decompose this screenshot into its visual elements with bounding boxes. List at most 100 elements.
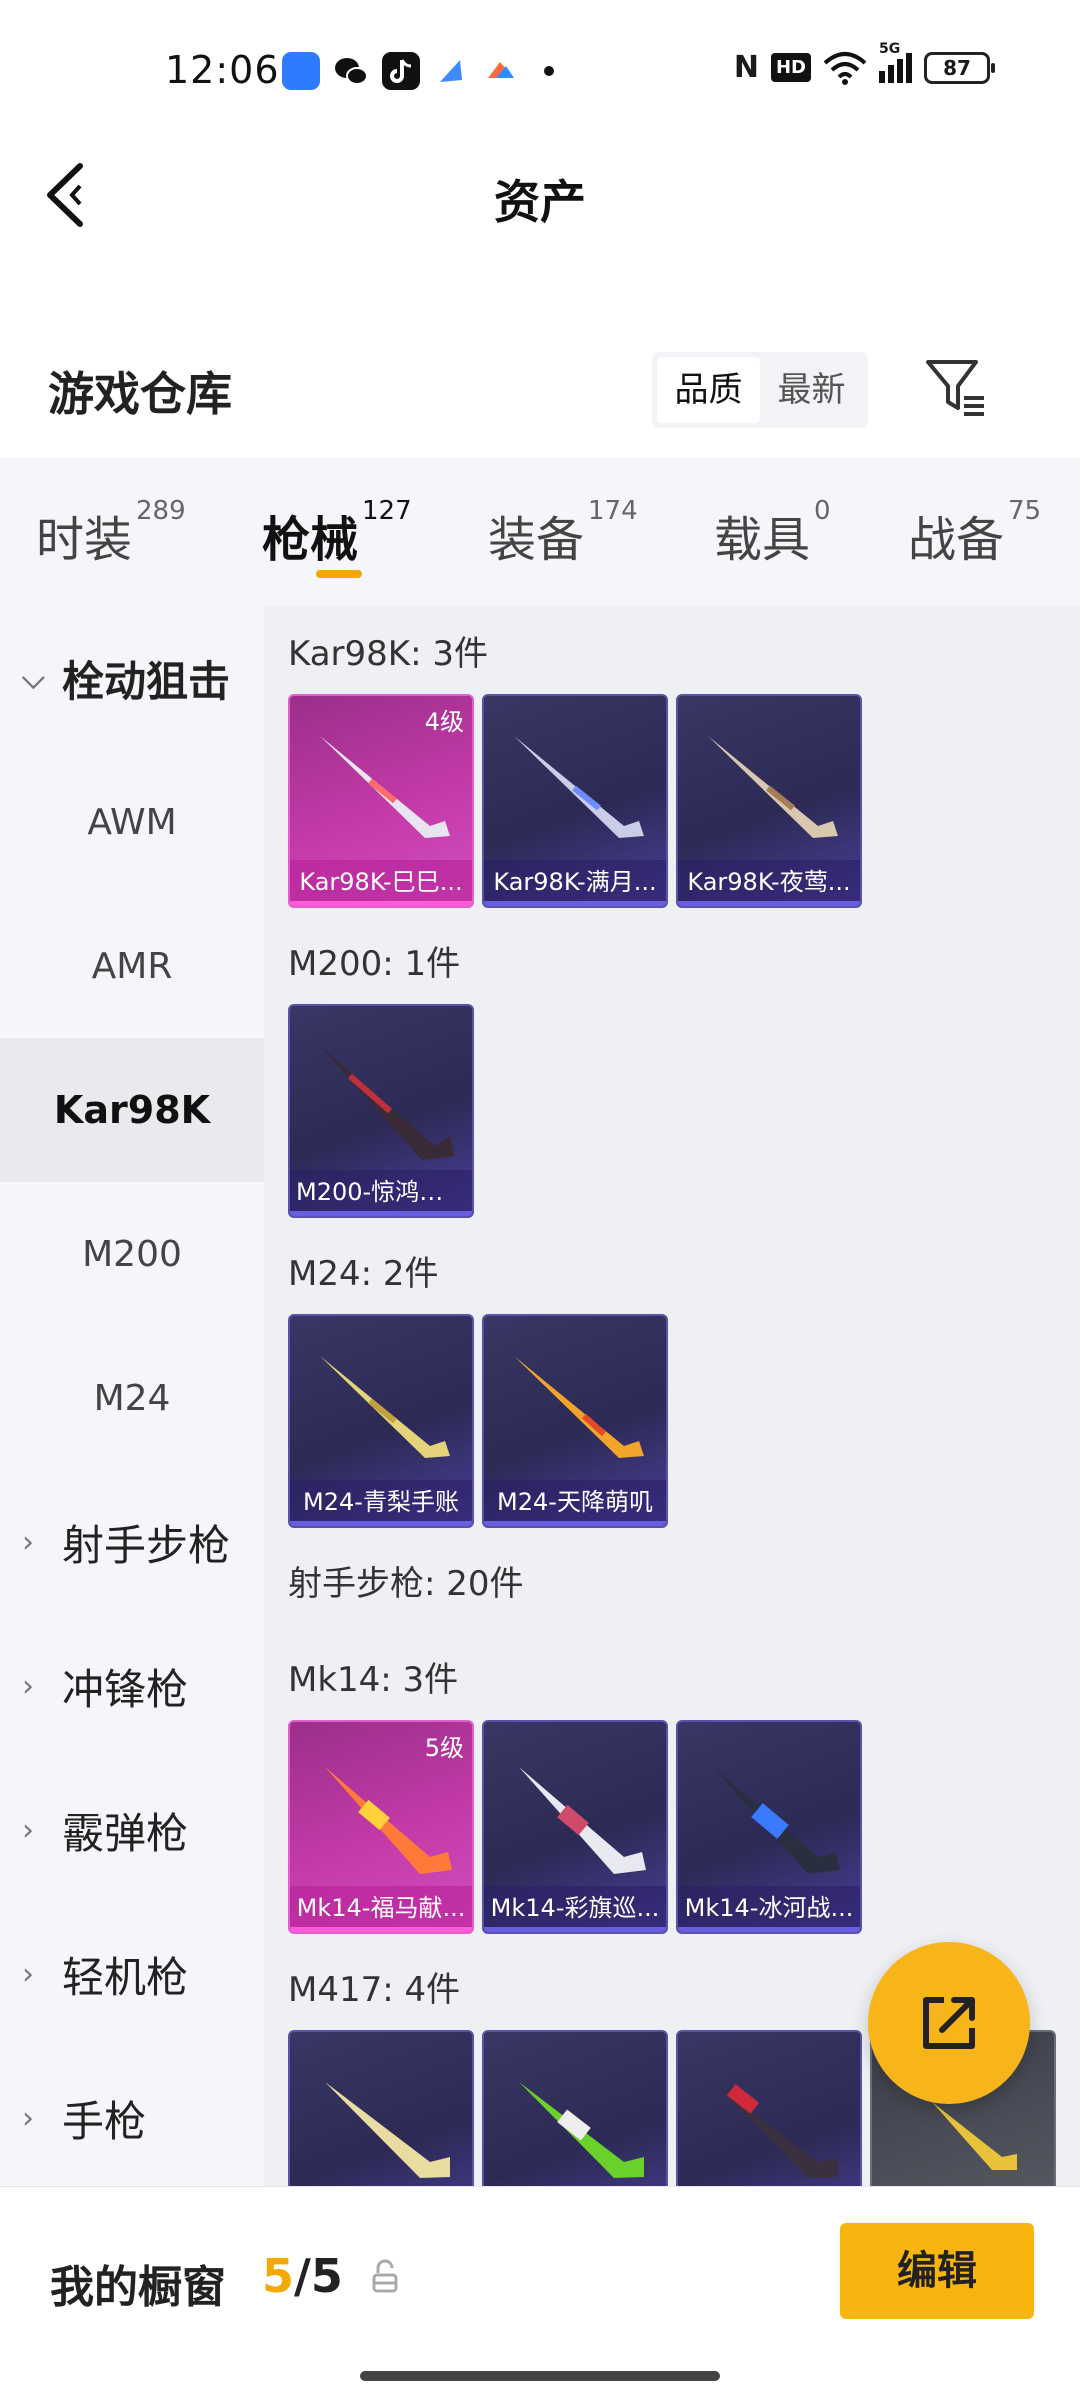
battery-icon: 87 [924,51,995,84]
sidebar-item-label: 霰弹枪 [62,1808,189,1858]
sidebar-item-amr[interactable]: AMR [0,894,264,1038]
edit-button[interactable]: 编辑 [840,2223,1034,2319]
skin-name: Mk14-冰河战... [678,1886,860,1932]
rifle-image [320,736,450,838]
app-header: 资产 [0,140,1080,250]
skin-card[interactable]: Kar98K-满月... [482,694,668,908]
more-notifications-dot [544,66,554,76]
skin-name: Mk14-福马献... [290,1886,472,1932]
tab-vehicles[interactable]: 载具0 [714,496,831,570]
tab-outfits[interactable]: 时装289 [36,496,186,570]
notification-icons [282,52,554,90]
showcase-bar: 我的橱窗 5/5 编辑 [0,2186,1080,2400]
tiktok-icon [382,52,420,90]
skin-name: M24-天降萌叽 [484,1480,666,1526]
sort-toggle: 品质 最新 [652,352,868,428]
sidebar-item-awm[interactable]: AWM [0,750,264,894]
chevron-right-icon: › [22,1812,34,1848]
group-title: M417: 4件 [288,1970,461,2010]
sidebar-item-shotgun[interactable]: › 霰弹枪 [0,1758,264,1902]
showcase-label: 我的橱窗 [50,2262,226,2313]
showcase-count-total: 5 [310,2249,343,2303]
hd-icon: HD [770,53,811,82]
signal-5g-icon: 5G [879,41,912,83]
weapon-category-sidebar: ⌵ 栓动狙击 AWM AMR Kar98K M200 M24 › 射手步枪 › … [0,606,264,2186]
sidebar-item-label: 手枪 [62,2096,147,2146]
skin-card[interactable]: M24-天降萌叽 [482,1314,668,1528]
sort-option-quality[interactable]: 品质 [657,357,760,423]
skin-card[interactable]: Kar98K-夜莺... [676,694,862,908]
chevron-right-icon: › [22,1668,34,1704]
sidebar-item-m24[interactable]: M24 [0,1326,264,1470]
share-icon [923,1997,975,2049]
skin-card[interactable]: 5级 Mk14-福马献... [288,1720,474,1934]
skin-name: Kar98K-巳巳... [290,860,472,906]
rifle-image [519,1767,646,1874]
app-notification-icon [282,52,320,90]
rifle-image [519,2082,644,2178]
skin-card[interactable] [676,2030,862,2186]
skin-card[interactable]: Mk14-冰河战... [676,1720,862,1934]
tab-supplies[interactable]: 战备75 [908,496,1041,570]
page-title: 资产 [494,175,586,229]
tab-label: 装备 [488,512,585,568]
category-tabs: 时装289 枪械127 装备174 载具0 战备75 [0,458,1080,606]
sidebar-item-m200[interactable]: M200 [0,1182,264,1326]
filter-icon [926,360,984,416]
skin-name: M200-惊鸿侠... [290,1170,472,1216]
rifle-image [708,736,838,838]
skin-card[interactable]: M24-青梨手账 [288,1314,474,1528]
sort-option-newest[interactable]: 最新 [760,357,863,423]
tab-count: 127 [362,496,412,526]
tab-count: 75 [1008,496,1042,526]
skin-card[interactable]: 4级 Kar98K-巳巳... [288,694,474,908]
chevron-right-icon: › [22,2100,34,2136]
browser-icon [432,52,470,90]
tab-label: 枪械 [262,512,359,568]
rifle-image [514,1356,644,1458]
group-title: Kar98K: 3件 [288,634,488,674]
showcase-count-separator: / [294,2249,311,2303]
group-title: M200: 1件 [288,944,461,984]
showcase-count: 5/5 [262,2249,343,2303]
chevron-down-icon: ⌵ [22,660,45,696]
sidebar-item-pistol[interactable]: › 手枪 [0,2046,264,2190]
rifle-image [713,1767,840,1874]
skin-card[interactable] [288,2030,474,2186]
showcase-count-current: 5 [262,2249,295,2303]
skin-name: Kar98K-满月... [484,860,666,906]
status-time: 12:06 [165,48,280,92]
group-title: 射手步枪: 20件 [288,1564,524,1604]
share-button[interactable] [868,1942,1030,2104]
sidebar-item-label: 射手步枪 [62,1520,231,1570]
tab-label: 战备 [908,512,1005,568]
chevron-right-icon: › [22,1956,34,1992]
game-app-icon [482,52,520,90]
skin-name: Mk14-彩旗巡... [484,1886,666,1932]
sidebar-item-kar98k[interactable]: Kar98K [0,1038,264,1182]
sidebar-item-bolt-action[interactable]: ⌵ 栓动狙击 [0,606,264,750]
skin-card[interactable] [482,2030,668,2186]
tab-guns[interactable]: 枪械127 [262,496,412,570]
wechat-icon [332,52,370,90]
rifle-image [514,736,644,838]
skin-card[interactable]: Mk14-彩旗巡... [482,1720,668,1934]
sidebar-item-lmg[interactable]: › 轻机枪 [0,1902,264,2046]
sidebar-item-smg[interactable]: › 冲锋枪 [0,1614,264,1758]
filter-button[interactable] [922,354,988,420]
tab-label: 时装 [36,512,133,568]
lock-icon [372,2259,398,2293]
sidebar-item-label: 冲锋枪 [62,1664,189,1714]
wifi-icon [823,51,867,85]
sidebar-item-label: 栓动狙击 [62,656,231,706]
chevron-right-icon: › [22,1524,34,1560]
tab-count: 0 [814,496,831,526]
tab-equipment[interactable]: 装备174 [488,496,638,570]
skin-level: 4级 [424,708,464,736]
tab-count: 174 [588,496,638,526]
skin-card[interactable]: M200-惊鸿侠... [288,1004,474,1218]
rifle-image [325,2082,450,2178]
sidebar-item-marksman[interactable]: › 射手步枪 [0,1470,264,1614]
nfc-icon: N [733,50,759,85]
home-indicator[interactable] [360,2371,720,2381]
